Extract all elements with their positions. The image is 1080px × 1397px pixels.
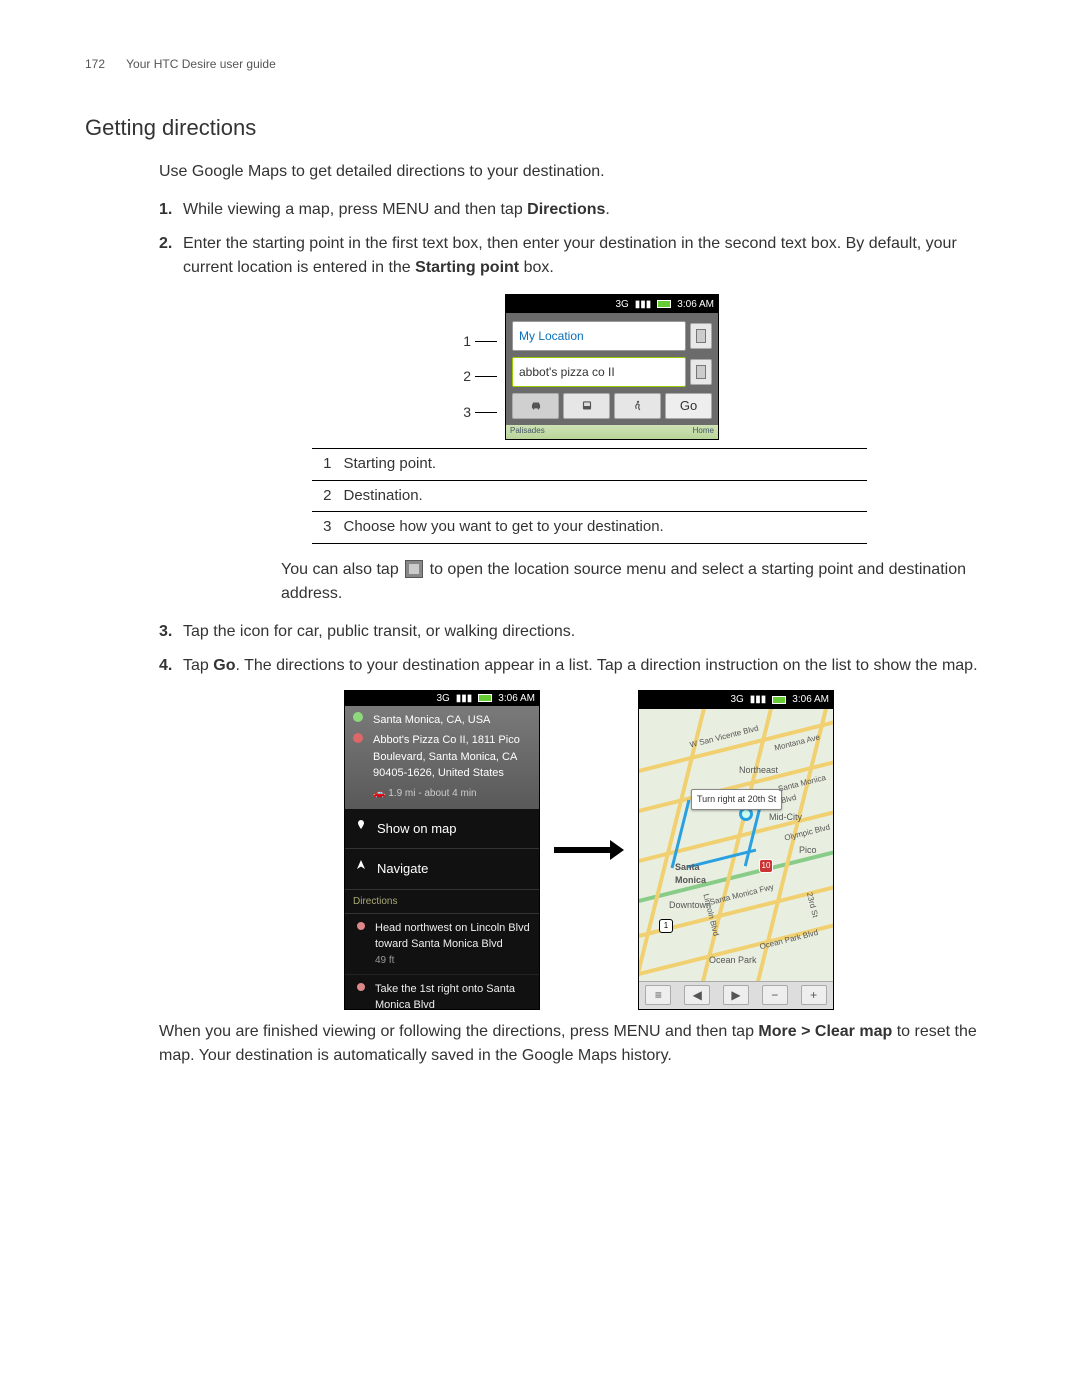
map-toolbar: ≡ ◀ ▶ − + xyxy=(639,981,833,1009)
location-source-note: You can also tap to open the location so… xyxy=(281,558,995,606)
step-2: Enter the starting point in the first te… xyxy=(159,232,995,606)
direction-step[interactable]: Head northwest on Lincoln Blvd toward Sa… xyxy=(345,914,539,975)
network-icon: 3G xyxy=(436,691,449,706)
map-label: Northeast xyxy=(739,764,778,778)
starting-point-input[interactable]: My Location xyxy=(512,321,686,351)
phone-screenshot-input: 3G ▮▮▮ 3:06 AM My Location abbot's pi xyxy=(505,294,719,440)
phone-screenshot-list: 3G ▮▮▮ 3:06 AM Santa Monica, CA, USA Abb… xyxy=(344,690,540,1010)
car-icon xyxy=(528,399,544,413)
intro-paragraph: Use Google Maps to get detailed directio… xyxy=(159,160,995,184)
signal-icon: ▮▮▮ xyxy=(750,692,767,707)
pin-icon xyxy=(355,819,367,831)
arrow-icon xyxy=(554,843,624,857)
section-title: Getting directions xyxy=(85,111,995,144)
map-canvas[interactable]: Turn right at 20th St Northeast Mid-City… xyxy=(639,709,833,981)
status-time: 3:06 AM xyxy=(792,692,829,707)
location-source-button[interactable] xyxy=(690,323,712,349)
direction-step[interactable]: Take the 1st right onto Santa Monica Blv… xyxy=(345,975,539,1010)
battery-icon xyxy=(478,694,492,702)
transit-mode-button[interactable] xyxy=(563,393,610,419)
road-label: 23rd St xyxy=(803,891,821,919)
status-time: 3:06 AM xyxy=(498,691,535,706)
destination-source-button[interactable] xyxy=(690,359,712,385)
battery-icon xyxy=(772,696,786,704)
car-mode-button[interactable] xyxy=(512,393,559,419)
navigate-button[interactable]: Navigate xyxy=(345,849,539,890)
map-label: Pico xyxy=(799,844,817,858)
map-label: Mid-City xyxy=(769,811,802,825)
step-1: While viewing a map, press MENU and then… xyxy=(159,198,995,222)
bus-icon xyxy=(579,399,595,413)
route-header: Santa Monica, CA, USA Abbot's Pizza Co I… xyxy=(345,706,539,809)
map-label: Ocean Park xyxy=(709,954,757,968)
figure-directions-input: 1 2 3 3G ▮▮▮ 3:06 AM My Loc xyxy=(183,294,995,440)
closing-paragraph: When you are finished viewing or followi… xyxy=(159,1020,995,1068)
map-label: Santa Monica xyxy=(675,861,706,888)
network-icon: 3G xyxy=(730,692,743,707)
zoom-out-button[interactable]: − xyxy=(762,985,788,1005)
battery-icon xyxy=(657,300,671,308)
step-dot-icon xyxy=(357,922,365,930)
destination-input[interactable]: abbot's pizza co II xyxy=(512,357,686,387)
route-shield: 10 xyxy=(759,859,773,873)
page-header: 172 Your HTC Desire user guide xyxy=(85,55,995,73)
page-number: 172 xyxy=(85,57,105,71)
step-tooltip: Turn right at 20th St xyxy=(691,789,782,811)
end-pin-icon xyxy=(353,733,363,743)
step-3: Tap the icon for car, public transit, or… xyxy=(159,620,995,644)
next-step-button[interactable]: ▶ xyxy=(723,985,749,1005)
directions-section-label: Directions xyxy=(345,890,539,914)
route-from: Santa Monica, CA, USA xyxy=(373,712,531,729)
zoom-in-button[interactable]: + xyxy=(801,985,827,1005)
map-peek: Palisades Home xyxy=(506,425,718,439)
walk-icon xyxy=(630,399,646,413)
figure-directions-result: 3G ▮▮▮ 3:06 AM Santa Monica, CA, USA Abb… xyxy=(183,690,995,1010)
navigate-icon xyxy=(355,859,367,871)
list-button[interactable]: ≡ xyxy=(645,985,671,1005)
start-pin-icon xyxy=(353,712,363,722)
phone-screenshot-map: 3G ▮▮▮ 3:06 AM xyxy=(638,690,834,1010)
step-dot-icon xyxy=(357,983,365,991)
walk-mode-button[interactable] xyxy=(614,393,661,419)
doc-title: Your HTC Desire user guide xyxy=(126,57,276,71)
step-4: Tap Go. The directions to your destinati… xyxy=(159,654,995,1010)
route-summary: 🚗 1.9 mi - about 4 min xyxy=(373,786,531,801)
status-bar: 3G ▮▮▮ 3:06 AM xyxy=(345,691,539,706)
signal-icon: ▮▮▮ xyxy=(635,297,652,312)
route-to: Abbot's Pizza Co II, 1811 Pico Boulevard… xyxy=(373,732,531,782)
status-bar: 3G ▮▮▮ 3:06 AM xyxy=(639,691,833,709)
callout-labels: 1 2 3 xyxy=(459,294,497,440)
status-bar: 3G ▮▮▮ 3:06 AM xyxy=(506,295,718,313)
show-on-map-button[interactable]: Show on map xyxy=(345,809,539,850)
step-list: While viewing a map, press MENU and then… xyxy=(159,198,995,1010)
route-shield: 1 xyxy=(659,919,673,933)
callout-legend: 1Starting point. 2Destination. 3Choose h… xyxy=(312,448,867,544)
go-button[interactable]: Go xyxy=(665,393,712,419)
signal-icon: ▮▮▮ xyxy=(456,691,473,706)
network-icon: 3G xyxy=(615,297,628,312)
status-time: 3:06 AM xyxy=(677,297,714,312)
prev-step-button[interactable]: ◀ xyxy=(684,985,710,1005)
location-source-icon xyxy=(405,560,423,578)
